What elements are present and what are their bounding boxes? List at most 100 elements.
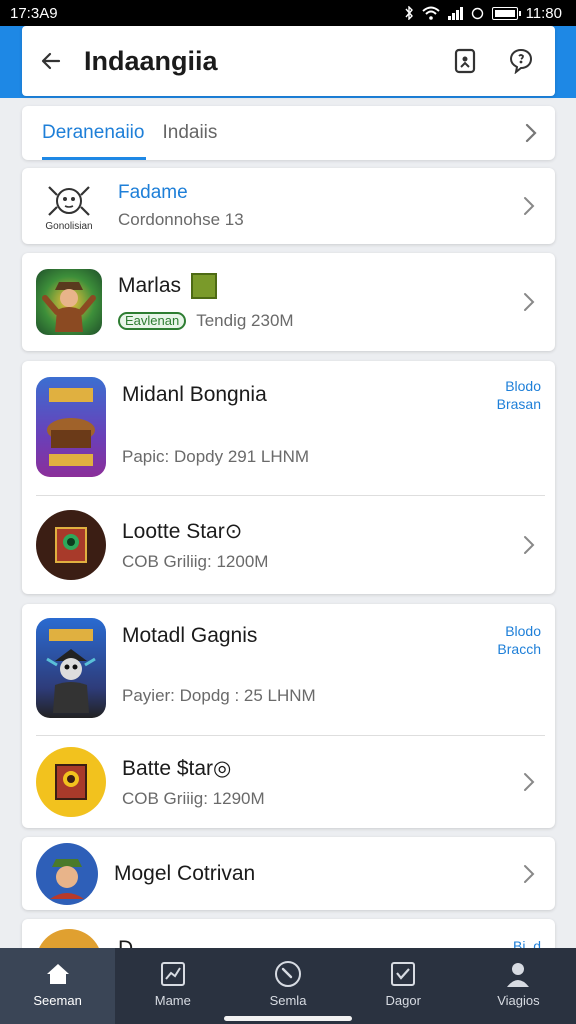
chat-button[interactable] bbox=[499, 39, 543, 83]
item-thumbnail bbox=[36, 377, 106, 477]
nav-item-seeman[interactable]: Seeman bbox=[0, 948, 116, 1024]
list-item[interactable]: Gonolisian Fadame Cordonnohse 13 bbox=[22, 168, 555, 244]
nav-item-semla[interactable]: Semla bbox=[230, 948, 345, 1024]
nav-label: Seeman bbox=[33, 992, 82, 1008]
character-portrait-icon bbox=[50, 858, 84, 899]
nav-item-viagios[interactable]: Viagios bbox=[461, 948, 576, 1024]
battle-star-icon bbox=[55, 764, 87, 800]
list-item[interactable]: Midanl Bongnia Papic: Dopdy 291 LHNM Blo… bbox=[22, 361, 555, 495]
item-subtitle: Cordonnohse 13 bbox=[118, 210, 244, 229]
item-thumbnail bbox=[36, 747, 106, 817]
nav-label: Mame bbox=[154, 992, 191, 1008]
status-icons: 11:80 bbox=[404, 5, 562, 22]
side-link[interactable]: Blodo Bracch bbox=[497, 622, 541, 658]
home-icon bbox=[43, 959, 73, 989]
item-title: Batte $tar◎ bbox=[122, 756, 232, 780]
nav-item-mame[interactable]: Mame bbox=[115, 948, 230, 1024]
game-badge-icon bbox=[191, 273, 218, 299]
side-link-line: Blodo bbox=[505, 623, 541, 639]
item-title: Motadl Gagnis bbox=[122, 624, 258, 647]
list-card: Marlas Eavlenan Tendig 230M bbox=[22, 253, 555, 351]
chevron-right-icon bbox=[524, 197, 535, 215]
item-text: Batte $tar◎ COB Griiig: 1290M bbox=[122, 756, 555, 809]
item-title: Mogel Cotrivan bbox=[114, 861, 256, 885]
item-title: Fadame bbox=[118, 182, 188, 203]
side-link-line: Bracch bbox=[497, 641, 541, 657]
item-subtitle: Tendig 230M bbox=[196, 311, 294, 330]
chevron-right-icon[interactable] bbox=[525, 123, 537, 143]
item-text: Motadl Gagnis Payier: Dopdg : 25 LHNM bbox=[122, 624, 555, 706]
wifi-icon bbox=[421, 6, 440, 20]
app-bar: Indaangiia bbox=[22, 26, 555, 96]
item-meta: Eavlenan Tendig 230M bbox=[118, 311, 555, 331]
item-title: Midanl Bongnia bbox=[122, 383, 267, 406]
item-subtitle: Papic: Dopdy 291 LHNM bbox=[122, 447, 310, 466]
item-title: Lootte Star⊙ bbox=[122, 519, 243, 543]
item-text: Marlas Eavlenan Tendig 230M bbox=[118, 273, 555, 331]
status-bar: 17:3A9 11:80 bbox=[0, 0, 576, 26]
tab-bar: Deranenaiio Indaiis bbox=[22, 106, 555, 160]
list-card: Motadl Gagnis Payier: Dopdg : 25 LHNM Bl… bbox=[22, 604, 555, 828]
list-item[interactable]: Mogel Cotrivan bbox=[22, 837, 555, 910]
item-text: Mogel Cotrivan bbox=[114, 862, 555, 886]
tab-deranenaiio[interactable]: Deranenaiio bbox=[42, 106, 147, 160]
bluetooth-icon bbox=[404, 6, 414, 20]
chevron-right-icon bbox=[524, 293, 535, 311]
list-item[interactable]: Marlas Eavlenan Tendig 230M bbox=[22, 253, 555, 351]
battery-icon bbox=[491, 6, 521, 20]
bookmark-button[interactable] bbox=[443, 39, 487, 83]
adventurer-character-icon bbox=[42, 282, 96, 332]
item-thumbnail bbox=[36, 842, 98, 905]
back-button[interactable] bbox=[28, 38, 74, 84]
person-icon bbox=[503, 959, 533, 989]
status-time-left: 17:3A9 bbox=[10, 4, 58, 22]
list-card: Midanl Bongnia Papic: Dopdy 291 LHNM Blo… bbox=[22, 361, 555, 594]
item-subtitle: COB Griliig: 1200M bbox=[122, 551, 269, 571]
compass-icon bbox=[273, 959, 303, 989]
side-link[interactable]: Blodo Brasan bbox=[497, 377, 541, 413]
bookmark-icon bbox=[454, 48, 476, 74]
status-badge: Eavlenan bbox=[118, 312, 187, 330]
nav-label: Dagor bbox=[385, 992, 421, 1008]
list-item[interactable]: Lootte Star⊙ COB Griliig: 1200M bbox=[22, 496, 555, 594]
nav-label: Semla bbox=[269, 992, 307, 1008]
home-indicator[interactable] bbox=[224, 1016, 352, 1021]
item-thumbnail bbox=[36, 269, 102, 335]
battle-star-icon bbox=[55, 527, 87, 563]
bottom-navigation: Seeman Mame Semla Dagor Viagios bbox=[0, 948, 576, 1024]
item-thumbnail bbox=[36, 618, 106, 718]
side-link-line: Brasan bbox=[496, 396, 541, 412]
sync-icon bbox=[471, 7, 484, 20]
chart-icon bbox=[158, 959, 188, 989]
item-title: Marlas bbox=[118, 274, 182, 297]
item-subtitle: Payier: Dopdg : 25 LHNM bbox=[122, 686, 316, 705]
item-thumbnail: Gonolisian bbox=[36, 173, 102, 239]
masked-character-icon bbox=[46, 629, 96, 713]
nav-item-dagor[interactable]: Dagor bbox=[346, 948, 461, 1024]
chat-bubble-icon bbox=[509, 48, 533, 74]
list-item[interactable]: Batte $tar◎ COB Griiig: 1290M bbox=[22, 736, 555, 828]
item-subtitle: COB Griiig: 1290M bbox=[122, 788, 265, 808]
status-time-right: 11:80 bbox=[525, 4, 562, 22]
item-thumbnail bbox=[36, 510, 106, 580]
item-text: Lootte Star⊙ COB Griliig: 1200M bbox=[122, 519, 555, 572]
item-title-row: Marlas bbox=[118, 273, 555, 299]
item-text: Midanl Bongnia Papic: Dopdy 291 LHNM bbox=[122, 383, 555, 467]
list-item[interactable]: Motadl Gagnis Payier: Dopdg : 25 LHNM Bl… bbox=[22, 604, 555, 735]
nav-label: Viagios bbox=[497, 992, 540, 1008]
thumbnail-caption: Gonolisian bbox=[45, 220, 93, 232]
arrow-left-icon bbox=[41, 52, 61, 70]
signal-icon bbox=[447, 6, 463, 20]
badge-check-icon bbox=[388, 959, 418, 989]
chevron-right-icon bbox=[524, 773, 535, 791]
treasure-chest-icon bbox=[47, 388, 95, 466]
chevron-right-icon bbox=[524, 536, 535, 554]
spider-mascot-icon bbox=[48, 185, 90, 216]
chevron-right-icon bbox=[524, 864, 535, 883]
list-card: Gonolisian Fadame Cordonnohse 13 bbox=[22, 168, 555, 244]
tab-indaiis[interactable]: Indaiis bbox=[162, 106, 217, 160]
side-link-line: Blodo bbox=[505, 378, 541, 394]
list-card: Mogel Cotrivan bbox=[22, 837, 555, 910]
page-title: Indaangiia bbox=[84, 45, 218, 76]
item-text: Fadame Cordonnohse 13 bbox=[118, 182, 555, 230]
